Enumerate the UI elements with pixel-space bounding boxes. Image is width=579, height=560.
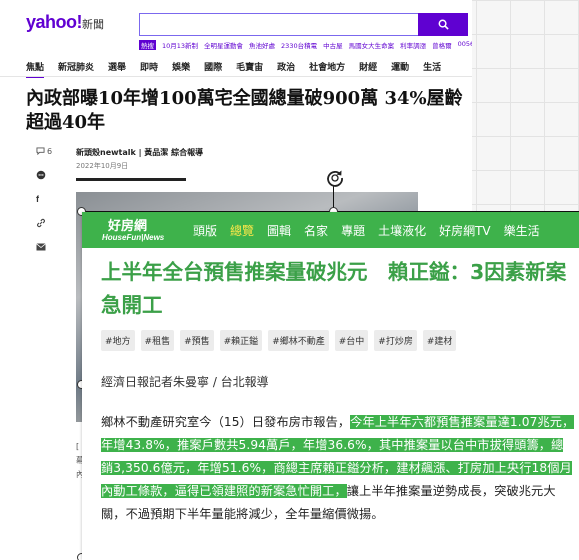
- yahoo-search-input[interactable]: [139, 13, 418, 36]
- article-source[interactable]: 新頭殼newtalk | 黃品潔 綜合報導: [76, 147, 203, 158]
- trending-link[interactable]: 全明星運動會: [204, 40, 243, 50]
- nav-front-page[interactable]: 頭版: [193, 222, 217, 239]
- yahoo-search-button[interactable]: [418, 13, 468, 36]
- trending-link[interactable]: 10月13新制: [162, 40, 198, 50]
- trending-searches: 熱搜 10月13新制 全明星運動會 魚池好處 2330台積電 中古屋 馬國女大生…: [139, 40, 472, 50]
- housefun-article-title: 上半年全台預售推案量破兆元 賴正鎰：3因素新案急開工: [101, 260, 567, 317]
- yahoo-logo-sub[interactable]: 新聞: [82, 16, 104, 32]
- link-icon: [37, 218, 45, 228]
- divider: [0, 76, 472, 77]
- comment-count: 6: [47, 146, 53, 156]
- facebook-share-button[interactable]: f: [36, 192, 60, 206]
- nav-experts[interactable]: 名家: [304, 222, 328, 239]
- article-tags: #地方 #租售 #預售 #賴正鎰 #鄉林不動產 #台中 #打炒房 #建材: [101, 330, 457, 351]
- trending-link[interactable]: 中古屋: [323, 40, 343, 50]
- trending-link[interactable]: 2330台積電: [281, 40, 317, 50]
- housefun-logo-sub: HouseFun|News: [102, 233, 165, 242]
- mail-icon: [36, 243, 46, 251]
- comment-icon: [36, 147, 45, 155]
- housefun-nav-items: 頭版 總覽 圖輯 名家 專題 土壤液化 好房網TV 樂生活: [193, 222, 540, 239]
- yahoo-logo[interactable]: yahoo!: [26, 12, 83, 33]
- rotate-icon[interactable]: [325, 168, 345, 188]
- search-icon: [438, 19, 449, 30]
- tag[interactable]: #打炒房: [374, 330, 417, 351]
- nav-soil-liquefaction[interactable]: 土壤液化: [378, 222, 426, 239]
- tag[interactable]: #建材: [422, 330, 457, 351]
- housefun-logo-text: 好房網: [108, 219, 148, 234]
- nav-lifestyle[interactable]: 樂生活: [504, 222, 540, 239]
- comment-button[interactable]: 6: [36, 144, 60, 158]
- tag[interactable]: #預售: [180, 330, 214, 351]
- trending-link[interactable]: 曾格爾: [432, 40, 452, 50]
- nav-gallery[interactable]: 圖輯: [267, 222, 291, 239]
- tag[interactable]: #賴正鎰: [219, 330, 263, 351]
- byline-rule: [76, 178, 186, 181]
- housefun-logo[interactable]: 好房網 HouseFun|News: [82, 212, 192, 248]
- trending-link[interactable]: 0056: [458, 40, 472, 50]
- trending-link[interactable]: 利率調漲: [400, 40, 426, 50]
- housefun-article-window: 好房網 HouseFun|News 頭版 總覽 圖輯 名家 專題 土壤液化 好房…: [82, 212, 579, 560]
- trending-link[interactable]: 魚池好處: [249, 40, 275, 50]
- nav-features[interactable]: 專題: [341, 222, 365, 239]
- email-share-button[interactable]: [36, 240, 60, 254]
- trending-link[interactable]: 馬國女大生命案: [349, 40, 395, 50]
- tag[interactable]: #台中: [334, 330, 369, 351]
- article-body: 鄉林不動產研究室今（15）日發布房市報告，今年上半年六都預售推案量達1.07兆元…: [101, 411, 575, 526]
- facebook-icon: f: [36, 194, 39, 204]
- nav-overview[interactable]: 總覽: [230, 222, 254, 239]
- article-byline: 新頭殼newtalk | 黃品潔 綜合報導 2022年10月9日: [76, 147, 203, 171]
- chat-bubble-icon: [36, 170, 46, 180]
- trending-tag: 熱搜: [139, 40, 156, 50]
- tag[interactable]: #鄉林不動產: [268, 330, 329, 351]
- nav-housefun-tv[interactable]: 好房網TV: [439, 222, 491, 239]
- article-headline: 內政部曝10年增100萬宅全國總量破900萬 34%屋齡超過40年: [26, 88, 463, 133]
- housefun-nav-bar: 好房網 HouseFun|News 頭版 總覽 圖輯 名家 專題 土壤液化 好房…: [82, 212, 579, 248]
- article-date: 2022年10月9日: [76, 162, 129, 170]
- tag[interactable]: #地方: [101, 330, 135, 351]
- housefun-byline: 經濟日報記者朱曼寧 / 台北報導: [101, 375, 269, 389]
- yahoo-header: yahoo! 新聞 熱搜 10月13新制 全明星運動會 魚池好處 2330台積電…: [0, 0, 472, 52]
- body-lead: 鄉林不動產研究室今（15）日發布房市報告，: [101, 415, 351, 429]
- copy-link-button[interactable]: [36, 216, 60, 230]
- message-button[interactable]: [36, 168, 60, 182]
- tag[interactable]: #租售: [140, 330, 175, 351]
